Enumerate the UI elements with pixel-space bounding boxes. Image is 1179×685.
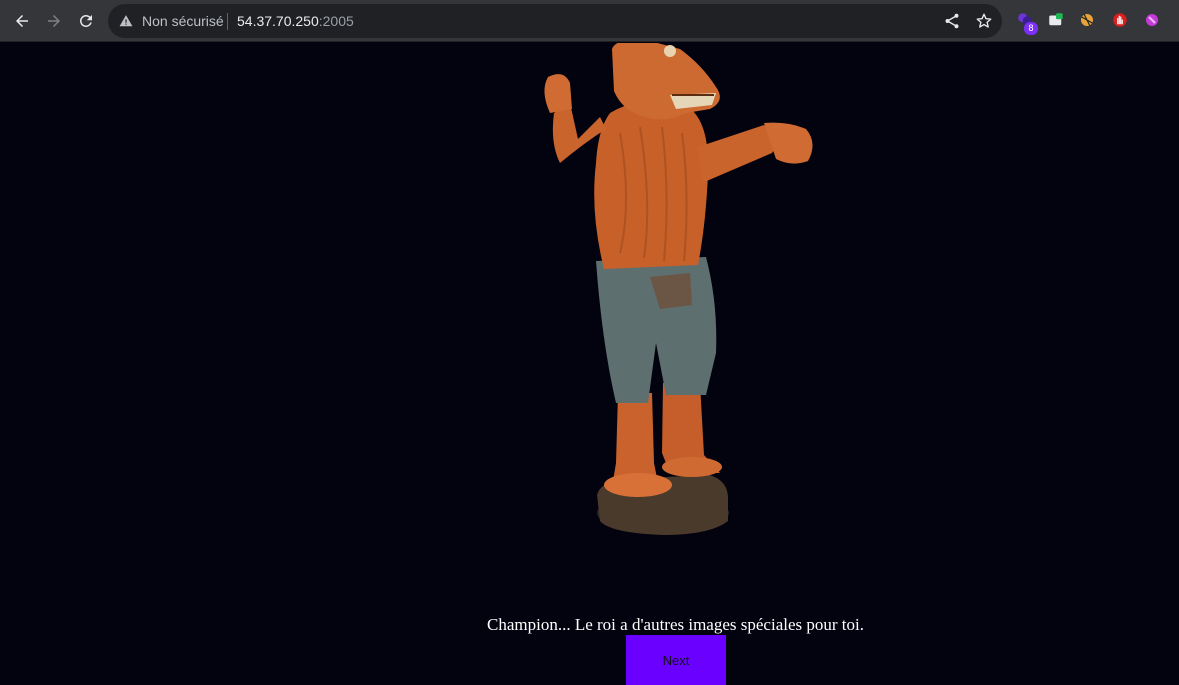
url-port: :2005 [318,13,354,29]
reload-icon [79,14,92,27]
url-host: 54.37.70.250 [237,13,319,29]
star-icon[interactable] [975,12,993,30]
red-hand-extension-icon[interactable] [1111,11,1129,29]
share-icon[interactable] [943,12,961,30]
pink-extension-icon[interactable] [1143,11,1161,29]
warning-icon[interactable] [119,14,133,28]
statue-image [544,43,813,535]
next-button[interactable]: Next [626,635,726,685]
reload-button[interactable] [70,5,102,37]
extension-badge: 8 [1024,22,1038,35]
green-extension-icon[interactable] [1047,11,1065,29]
forward-arrow-icon [48,15,60,27]
forward-button[interactable] [38,5,70,37]
address-bar[interactable]: Non sécurisé 54.37.70.250:2005 [108,4,1002,38]
separator [227,13,228,30]
page-viewport: Champion... Le roi a d'autres images spé… [0,43,1179,685]
back-arrow-icon [16,15,28,27]
browser-toolbar: Non sécurisé 54.37.70.250:2005 8 [0,0,1179,42]
back-button[interactable] [6,5,38,37]
url-text[interactable]: 54.37.70.250:2005 [237,13,354,29]
ball-extension-icon[interactable] [1078,11,1096,29]
security-label[interactable]: Non sécurisé [142,13,224,29]
message-text: Champion... Le roi a d'autres images spé… [487,615,864,634]
